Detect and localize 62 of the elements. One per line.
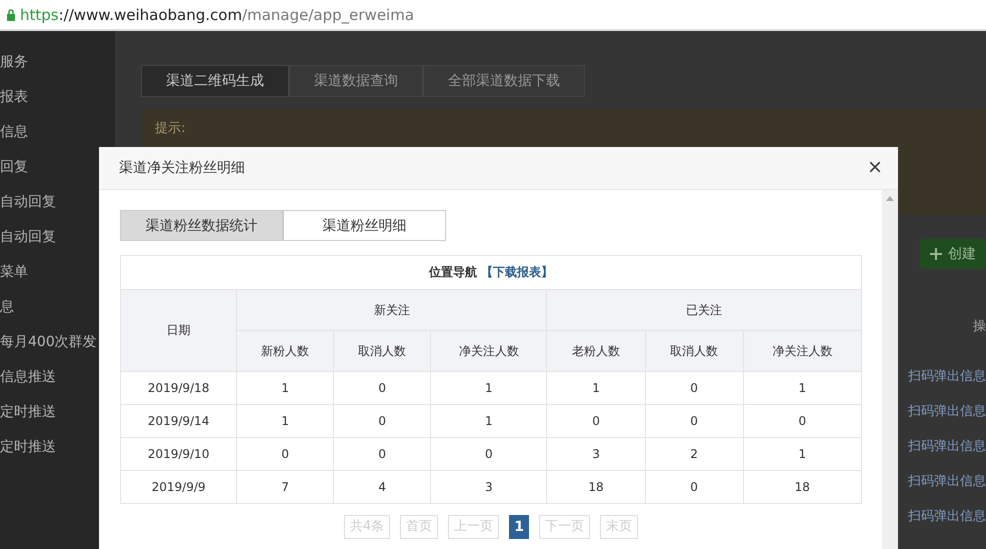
close-button[interactable]: × (868, 156, 882, 180)
table-cell: 1 (430, 404, 547, 438)
create-button[interactable]: 创建 (920, 239, 986, 269)
header-cell: 新关注 (236, 290, 547, 330)
modal-tab[interactable]: 渠道粉丝明细 (283, 210, 446, 241)
page-tab[interactable]: 全部渠道数据下载 (423, 65, 585, 97)
table-cell: 18 (546, 470, 646, 504)
table-cell: 1 (236, 372, 334, 404)
row-action-link[interactable]: 扫码弹出信息 (908, 402, 986, 422)
table-cell: 1 (743, 438, 862, 470)
table-cell: 3 (430, 470, 547, 504)
table-cell: 4 (334, 470, 431, 504)
header-cell: 取消人数 (645, 330, 744, 372)
modal-tab[interactable]: 渠道粉丝数据统计 (120, 210, 283, 241)
sidebar-item[interactable]: 服务 (0, 51, 115, 73)
modal-title: 渠道净关注粉丝明细 (119, 159, 245, 177)
table-cell: 1 (743, 372, 862, 404)
table-cell: 1 (430, 372, 547, 404)
table-cell: 0 (236, 438, 334, 470)
header-cell: 净关注人数 (430, 330, 547, 372)
table-cell: 0 (334, 372, 431, 404)
table-cell: 0 (430, 438, 547, 470)
download-report-link[interactable]: 【下载报表】 (481, 265, 553, 279)
header-cell: 已关注 (546, 290, 862, 330)
address-url[interactable]: https://www.weihaobang.com/manage/app_erweima (20, 6, 414, 24)
column-header: 操 (973, 318, 986, 335)
table-cell: 2019/9/18 (120, 372, 237, 404)
header-cell: 老粉人数 (546, 330, 646, 372)
table-cell: 18 (743, 470, 862, 504)
header-cell: 新粉人数 (236, 330, 334, 372)
scroll-up-icon[interactable] (886, 196, 894, 201)
table-cell: 2019/9/10 (120, 438, 237, 470)
row-action-link[interactable]: 扫码弹出信息 (908, 437, 986, 457)
tip-title: 提示: (155, 120, 186, 137)
header-cell: 取消人数 (334, 330, 431, 372)
page-tab[interactable]: 渠道二维码生成 (141, 65, 289, 97)
page-tab[interactable]: 渠道数据查询 (289, 65, 423, 97)
sidebar-item[interactable]: 信息 (0, 121, 115, 143)
table-cell: 2019/9/14 (120, 404, 237, 438)
table-cell: 2 (645, 438, 744, 470)
table-cell: 0 (645, 470, 744, 504)
table-caption: 位置导航 【下载报表】 (120, 256, 862, 290)
table-cell: 0 (546, 404, 646, 438)
page-number-button[interactable]: 1 (509, 515, 530, 539)
table-cell: 1 (546, 372, 646, 404)
lock-icon (6, 8, 16, 20)
table-cell: 2019/9/9 (120, 470, 237, 504)
table-cell: 0 (743, 404, 862, 438)
table-cell: 0 (645, 372, 744, 404)
table-cell: 0 (334, 404, 431, 438)
table-cell: 3 (546, 438, 646, 470)
table-cell: 0 (645, 404, 744, 438)
table-cell: 7 (236, 470, 334, 504)
row-action-link[interactable]: 扫码弹出信息 (908, 507, 986, 527)
row-action-link[interactable]: 扫码弹出信息 (908, 472, 986, 492)
header-cell: 净关注人数 (743, 330, 862, 372)
header-cell: 日期 (120, 290, 237, 372)
table-cell: 0 (334, 438, 431, 470)
plus-icon (930, 248, 942, 260)
sidebar-item[interactable]: 报表 (0, 86, 115, 108)
row-action-link[interactable]: 扫码弹出信息 (908, 367, 986, 387)
table-cell: 1 (236, 404, 334, 438)
